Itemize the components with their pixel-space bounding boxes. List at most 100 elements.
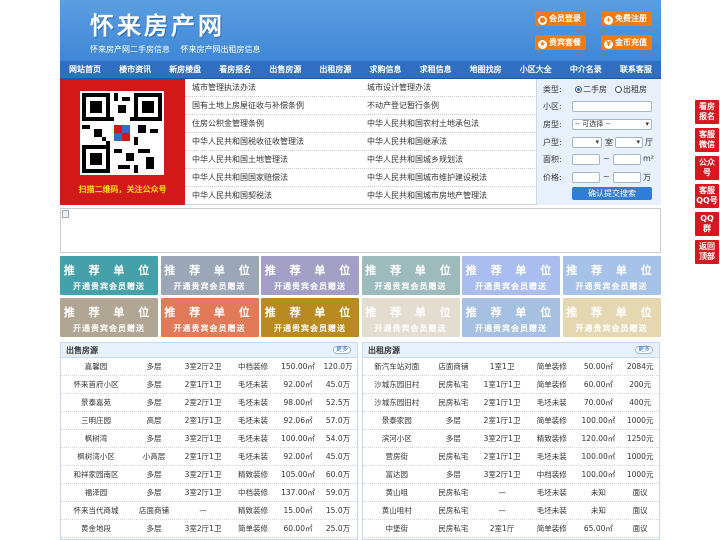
listing-decoration: 精致装修 [238, 470, 268, 479]
listing-row[interactable]: 嘉馨园 多层 3室2厅2卫 中档装修 150.00㎡ 120.0万 [61, 358, 357, 376]
side-official-account-button[interactable]: 公众号 [695, 156, 719, 180]
law-link[interactable]: 中华人民共和国土地管理法 [185, 151, 360, 168]
listing-price: 1000元 [626, 452, 654, 461]
nav-home[interactable]: 网站首页 [69, 61, 101, 78]
listing-row[interactable]: 三明庄园 高层 2室1厅1卫 毛坯未装 92.06㎡ 57.0万 [61, 412, 357, 430]
listing-row[interactable]: 福泽园 多层 3室2厅1卫 中档装修 137.00㎡ 59.0万 [61, 484, 357, 502]
law-link[interactable]: 中华人民共和国农村土地承包法 [360, 115, 535, 132]
area-unit: m² [643, 154, 654, 163]
side-qq-service-button[interactable]: 客服 QQ号 [695, 184, 719, 208]
side-back-to-top-button[interactable]: 返回 顶部 [695, 240, 719, 264]
recommended-unit-ad[interactable]: 推 荐 单 位开通贵宾会员赠送 [160, 256, 259, 295]
price-min-input[interactable] [572, 172, 600, 183]
listing-row[interactable]: 沙城东园旧村 民房私宅 2室1厅1卫 毛坯未装 70.00㎡ 400元 [363, 394, 659, 412]
type-second-hand-radio[interactable]: 二手房 [575, 84, 607, 95]
law-link[interactable]: 城市设计管理办法 [360, 79, 535, 96]
listing-area: 98.00㎡ [283, 398, 313, 407]
listing-row[interactable]: 和祥家园南区 多层 3室2厅1卫 精致装修 105.00㎡ 60.0万 [61, 466, 357, 484]
recommended-unit-ad[interactable]: 推 荐 单 位开通贵宾会员赠送 [462, 298, 560, 337]
nav-wanted-buy[interactable]: 求购信息 [370, 61, 402, 78]
nav-agencies[interactable]: 中介名录 [570, 61, 602, 78]
site-logo[interactable]: 怀来房产网 [90, 6, 225, 41]
rent-more-button[interactable]: 更多 [635, 346, 653, 354]
listing-decoration: 毛坯未装 [238, 416, 268, 425]
listing-row[interactable]: 枫树湾 多层 3室2厅1卫 毛坯未装 100.00㎡ 54.0万 [61, 430, 357, 448]
nav-for-rent[interactable]: 出租房源 [319, 61, 351, 78]
listing-community: 沙城东园旧村 [374, 380, 420, 389]
recommended-unit-ad[interactable]: 推 荐 单 位开通贵宾会员赠送 [562, 298, 661, 337]
listing-row[interactable]: 景泰嘉苑 多层 2室2厅1卫 毛坯未装 98.00㎡ 52.5万 [61, 394, 357, 412]
law-link[interactable]: 中华人民共和国城乡规划法 [360, 151, 535, 168]
sale-more-button[interactable]: 更多 [333, 346, 351, 354]
law-link[interactable]: 中华人民共和国继承法 [360, 133, 535, 150]
listing-row[interactable]: 黄山咀 民房私宅 — 毛坯未装 未知 面议 [363, 484, 659, 502]
recommended-unit-ad[interactable]: 推 荐 单 位开通贵宾会员赠送 [361, 256, 460, 295]
nav-for-sale[interactable]: 出售房源 [269, 61, 301, 78]
recommended-unit-ad[interactable]: 推 荐 单 位开通贵宾会员赠送 [60, 256, 158, 295]
listing-row[interactable]: 滨河小区 多层 3室2厅1卫 精致装修 120.00㎡ 1250元 [363, 430, 659, 448]
nav-map-search[interactable]: 地图找房 [470, 61, 502, 78]
ad-title: 推 荐 单 位 [63, 264, 155, 277]
site-header: 怀来房产网 怀来房产网二手房信息 怀来房产网出租房信息 ● 会员登录 + 免费注册 … [60, 0, 661, 61]
nav-wanted-rent[interactable]: 求租信息 [420, 61, 452, 78]
room-select[interactable] [572, 137, 602, 148]
type-rent-radio[interactable]: 出租房 [615, 84, 647, 95]
login-button[interactable]: ● 会员登录 [535, 11, 586, 26]
recommended-unit-ad[interactable]: 推 荐 单 位开通贵宾会员赠送 [361, 298, 460, 337]
nav-news[interactable]: 楼市资讯 [119, 61, 151, 78]
nav-contact[interactable]: 联系客服 [620, 61, 652, 78]
nav-communities[interactable]: 小区大全 [520, 61, 552, 78]
side-wechat-service-button[interactable]: 客服 微信 [695, 128, 719, 152]
ad-subtitle: 开通贵宾会员赠送 [73, 282, 145, 291]
coin-icon: ¥ [604, 40, 613, 49]
vip-package-button[interactable]: ★ 贵宾套餐 [535, 35, 586, 50]
listing-area: 100.00㎡ [281, 434, 315, 443]
hall-select[interactable] [615, 137, 643, 148]
ad-title: 推 荐 单 位 [465, 264, 557, 277]
sub-link-rent[interactable]: 怀来房产网出租房信息 [181, 45, 261, 54]
law-link[interactable]: 不动产登记暂行条例 [360, 97, 535, 114]
nav-viewing-signup[interactable]: 看房报名 [219, 61, 251, 78]
listing-row[interactable]: 景泰家园 多层 2室1厅1卫 简单装修 100.00㎡ 1000元 [363, 412, 659, 430]
law-link[interactable]: 中华人民共和国税收征收管理法 [185, 133, 360, 150]
side-qq-group-button[interactable]: QQ 群 [695, 212, 719, 236]
house-type-select[interactable]: -- 可选择 -- [572, 119, 652, 130]
listing-row[interactable]: 黄山咀村 民房私宅 — 毛坯未装 未知 面议 [363, 502, 659, 520]
listing-row[interactable]: 新汽车站对面 店面商铺 1室1卫 简单装修 50.00㎡ 2084元 [363, 358, 659, 376]
law-link[interactable]: 中华人民共和国城市维护建设税法 [360, 169, 535, 186]
listing-row[interactable]: 中堡街 民房私宅 2室1厅 简单装修 65.00㎡ 面议 [363, 520, 659, 538]
recommended-unit-ad[interactable]: 推 荐 单 位开通贵宾会员赠送 [60, 298, 158, 337]
price-max-input[interactable] [613, 172, 641, 183]
law-link[interactable]: 中华人民共和国城市房地产管理法 [360, 187, 535, 204]
side-viewing-signup-button[interactable]: 看房 报名 [695, 100, 719, 124]
listing-row[interactable]: 枫树湾小区 小高层 2室1厅1卫 毛坯未装 92.00㎡ 45.0万 [61, 448, 357, 466]
search-submit-button[interactable]: 确认提交搜索 [572, 187, 652, 200]
listing-row[interactable]: 沙城东园旧村 民房私宅 1室1厅1卫 简单装修 60.00㎡ 200元 [363, 376, 659, 394]
listing-area: 105.00㎡ [281, 470, 315, 479]
law-link[interactable]: 中华人民共和国国家赔偿法 [185, 169, 360, 186]
recommended-unit-ad[interactable]: 推 荐 单 位开通贵宾会员赠送 [261, 298, 359, 337]
rent-panel-title: 出租房源 [368, 346, 400, 355]
nav-new-homes[interactable]: 新房楼盘 [169, 61, 201, 78]
recommended-unit-ad[interactable]: 推 荐 单 位开通贵宾会员赠送 [160, 298, 259, 337]
recommended-unit-ad[interactable]: 推 荐 单 位开通贵宾会员赠送 [562, 256, 661, 295]
community-input[interactable] [572, 101, 652, 112]
law-link[interactable]: 国有土地上房屋征收与补偿条例 [185, 97, 360, 114]
listing-row[interactable]: 怀来首府小区 多层 2室1厅1卫 毛坯未装 92.00㎡ 45.0万 [61, 376, 357, 394]
listing-row[interactable]: 营房街 民房私宅 2室1厅1卫 毛坯未装 100.00㎡ 1000元 [363, 448, 659, 466]
banner-image[interactable] [60, 208, 661, 253]
recommended-unit-ad[interactable]: 推 荐 单 位开通贵宾会员赠送 [261, 256, 359, 295]
register-button[interactable]: + 免费注册 [601, 11, 652, 26]
recommended-unit-ad[interactable]: 推 荐 单 位开通贵宾会员赠送 [462, 256, 560, 295]
hall-unit: 厅 [645, 138, 653, 147]
coin-recharge-button[interactable]: ¥ 金币充值 [601, 35, 652, 50]
listing-row[interactable]: 富达园 多层 3室2厅1卫 中档装修 100.00㎡ 1000元 [363, 466, 659, 484]
law-link[interactable]: 住房公积金管理条例 [185, 115, 360, 132]
sub-link-second-hand[interactable]: 怀来房产网二手房信息 [90, 45, 170, 54]
law-link[interactable]: 城市管理执法办法 [185, 79, 360, 96]
listing-row[interactable]: 怀来当代商城 店面商铺 — 精致装修 15.00㎡ 15.0万 [61, 502, 357, 520]
area-min-input[interactable] [572, 154, 600, 165]
listing-row[interactable]: 黄金地段 多层 3室2厅1卫 简单装修 60.00㎡ 25.0万 [61, 520, 357, 538]
area-max-input[interactable] [613, 154, 641, 165]
law-link[interactable]: 中华人民共和国契税法 [185, 187, 360, 204]
